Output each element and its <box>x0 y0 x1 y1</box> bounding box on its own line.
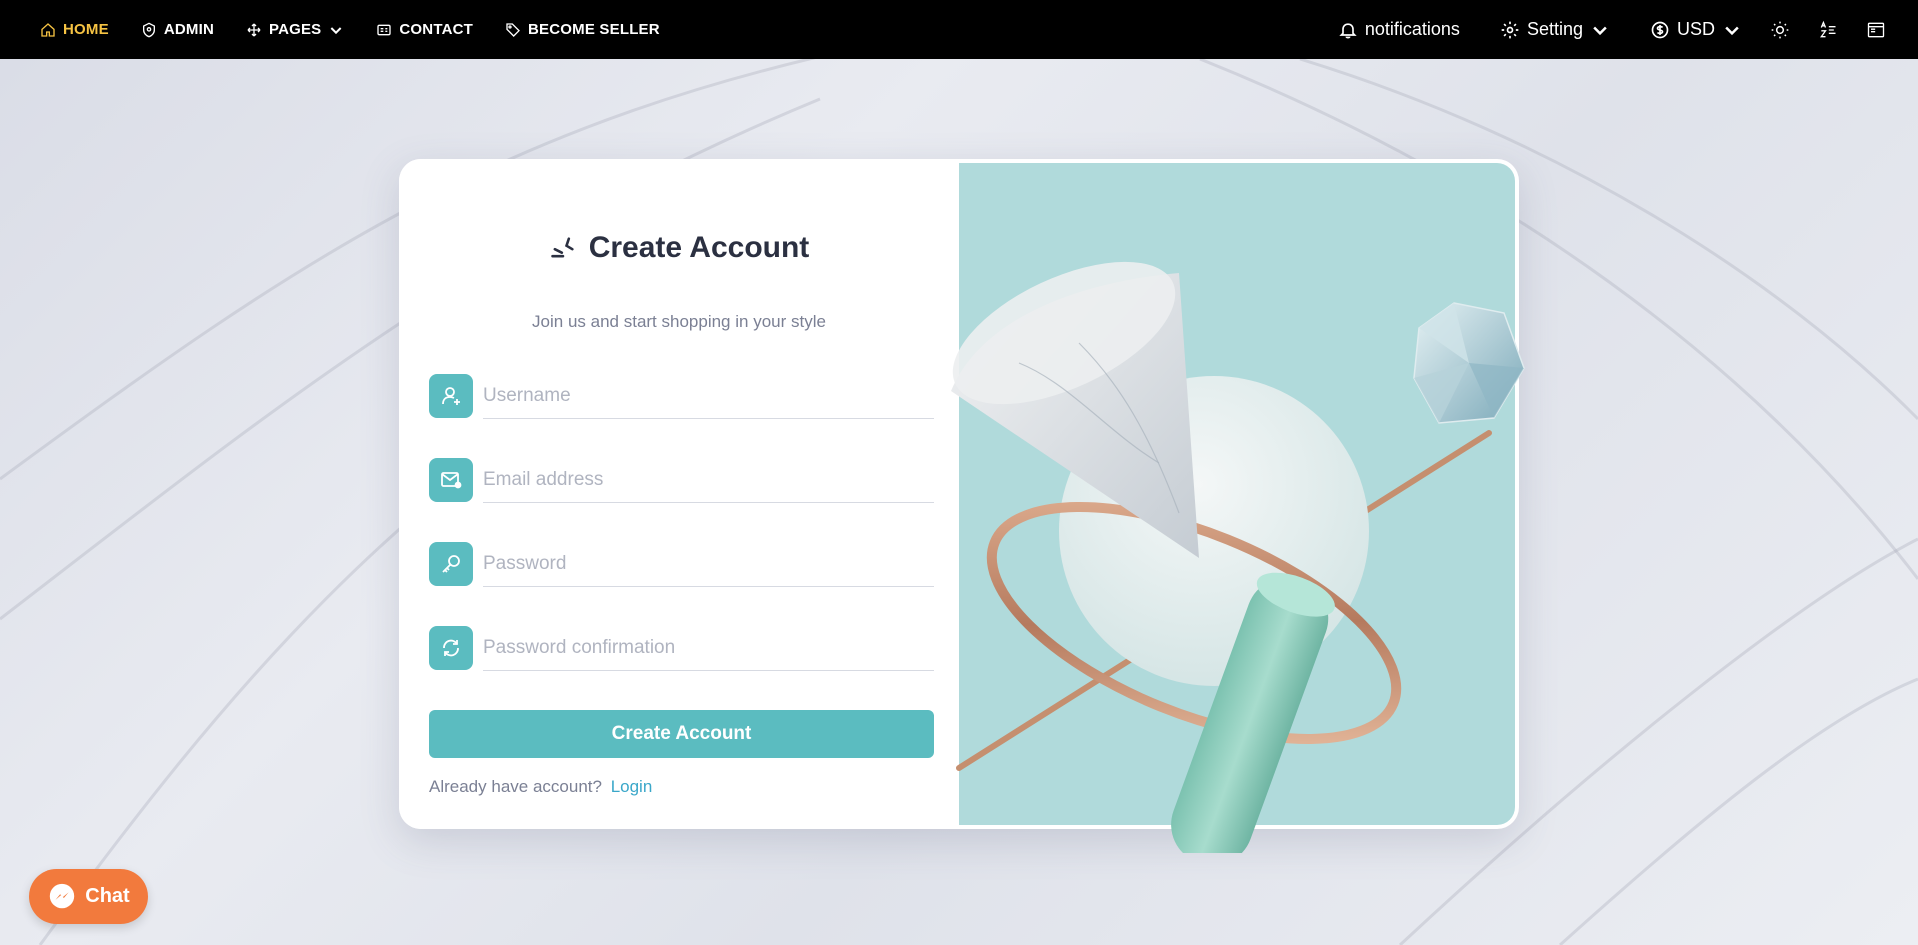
nav-become-seller-label: BECOME SELLER <box>528 21 660 38</box>
contact-card-icon <box>377 24 392 35</box>
page-title: Create Account <box>588 231 810 264</box>
username-field <box>429 373 934 419</box>
nav-contact[interactable]: CONTACT <box>376 21 473 38</box>
chevron-down-icon <box>1725 26 1739 35</box>
login-prompt-row: Already have account? Login <box>429 777 652 797</box>
home-icon <box>41 22 55 37</box>
username-input[interactable] <box>483 373 934 419</box>
mail-icon <box>429 458 473 502</box>
chevron-down-icon <box>331 26 342 34</box>
notifications-button[interactable]: notifications <box>1338 19 1460 40</box>
nav-pages-label: PAGES <box>268 21 322 38</box>
title-row: Create Account <box>399 231 959 265</box>
password-confirm-input[interactable] <box>483 625 934 671</box>
theme-toggle[interactable] <box>1770 20 1790 40</box>
register-card: Create Account Join us and start shoppin… <box>399 159 1525 853</box>
translate-icon <box>1820 20 1836 37</box>
user-add-icon <box>429 374 473 418</box>
nav-admin[interactable]: ADMIN <box>141 21 214 38</box>
layout-icon <box>1867 22 1885 37</box>
tag-icon <box>506 22 520 37</box>
email-input[interactable] <box>483 457 934 503</box>
bell-icon <box>1339 22 1357 38</box>
password-input[interactable] <box>483 541 934 587</box>
page-subtitle: Join us and start shopping in your style <box>532 312 826 331</box>
sign-in-icon <box>550 237 574 258</box>
chat-label: Chat <box>85 885 130 907</box>
create-account-button[interactable]: Create Account <box>429 710 934 758</box>
setting-dropdown[interactable]: Setting <box>1500 19 1610 40</box>
nav-pages[interactable]: PAGES <box>246 21 344 38</box>
move-icon <box>247 23 261 36</box>
chevron-down-icon <box>1593 26 1607 35</box>
nav-left: HOME ADMIN PAGES CONTACT BECOME SELLER <box>40 0 692 59</box>
nav-become-seller[interactable]: BECOME SELLER <box>505 21 660 38</box>
register-form: Create Account Join us and start shoppin… <box>399 159 959 829</box>
login-link[interactable]: Login <box>611 777 653 796</box>
nav-contact-label: CONTACT <box>399 21 474 38</box>
geometric-art-image <box>951 261 1525 853</box>
notifications-label: notifications <box>1364 19 1460 39</box>
password-field <box>429 541 934 587</box>
shield-icon <box>142 22 155 37</box>
setting-label: Setting <box>1526 19 1583 39</box>
nav-home[interactable]: HOME <box>40 21 109 38</box>
language-button[interactable] <box>1818 20 1838 40</box>
nav-home-label: HOME <box>63 21 109 38</box>
dollar-circle-icon <box>1651 21 1669 38</box>
password-confirm-field <box>429 625 934 671</box>
nav-right: notifications Setting USD <box>1298 0 1886 59</box>
hero-illustration <box>951 163 1525 853</box>
gear-icon <box>1501 21 1519 38</box>
chat-button[interactable]: Chat <box>29 869 148 924</box>
refresh-icon <box>429 626 473 670</box>
email-field <box>429 457 934 503</box>
messenger-icon <box>50 883 75 908</box>
top-navbar: HOME ADMIN PAGES CONTACT BECOME SELLER n… <box>0 0 1918 59</box>
currency-label: USD <box>1676 19 1715 39</box>
key-icon <box>429 542 473 586</box>
currency-dropdown[interactable]: USD <box>1650 19 1742 40</box>
nav-admin-label: ADMIN <box>163 21 214 38</box>
layout-toggle[interactable] <box>1866 20 1886 40</box>
sun-icon <box>1771 21 1789 38</box>
login-prompt-text: Already have account? <box>429 777 602 796</box>
